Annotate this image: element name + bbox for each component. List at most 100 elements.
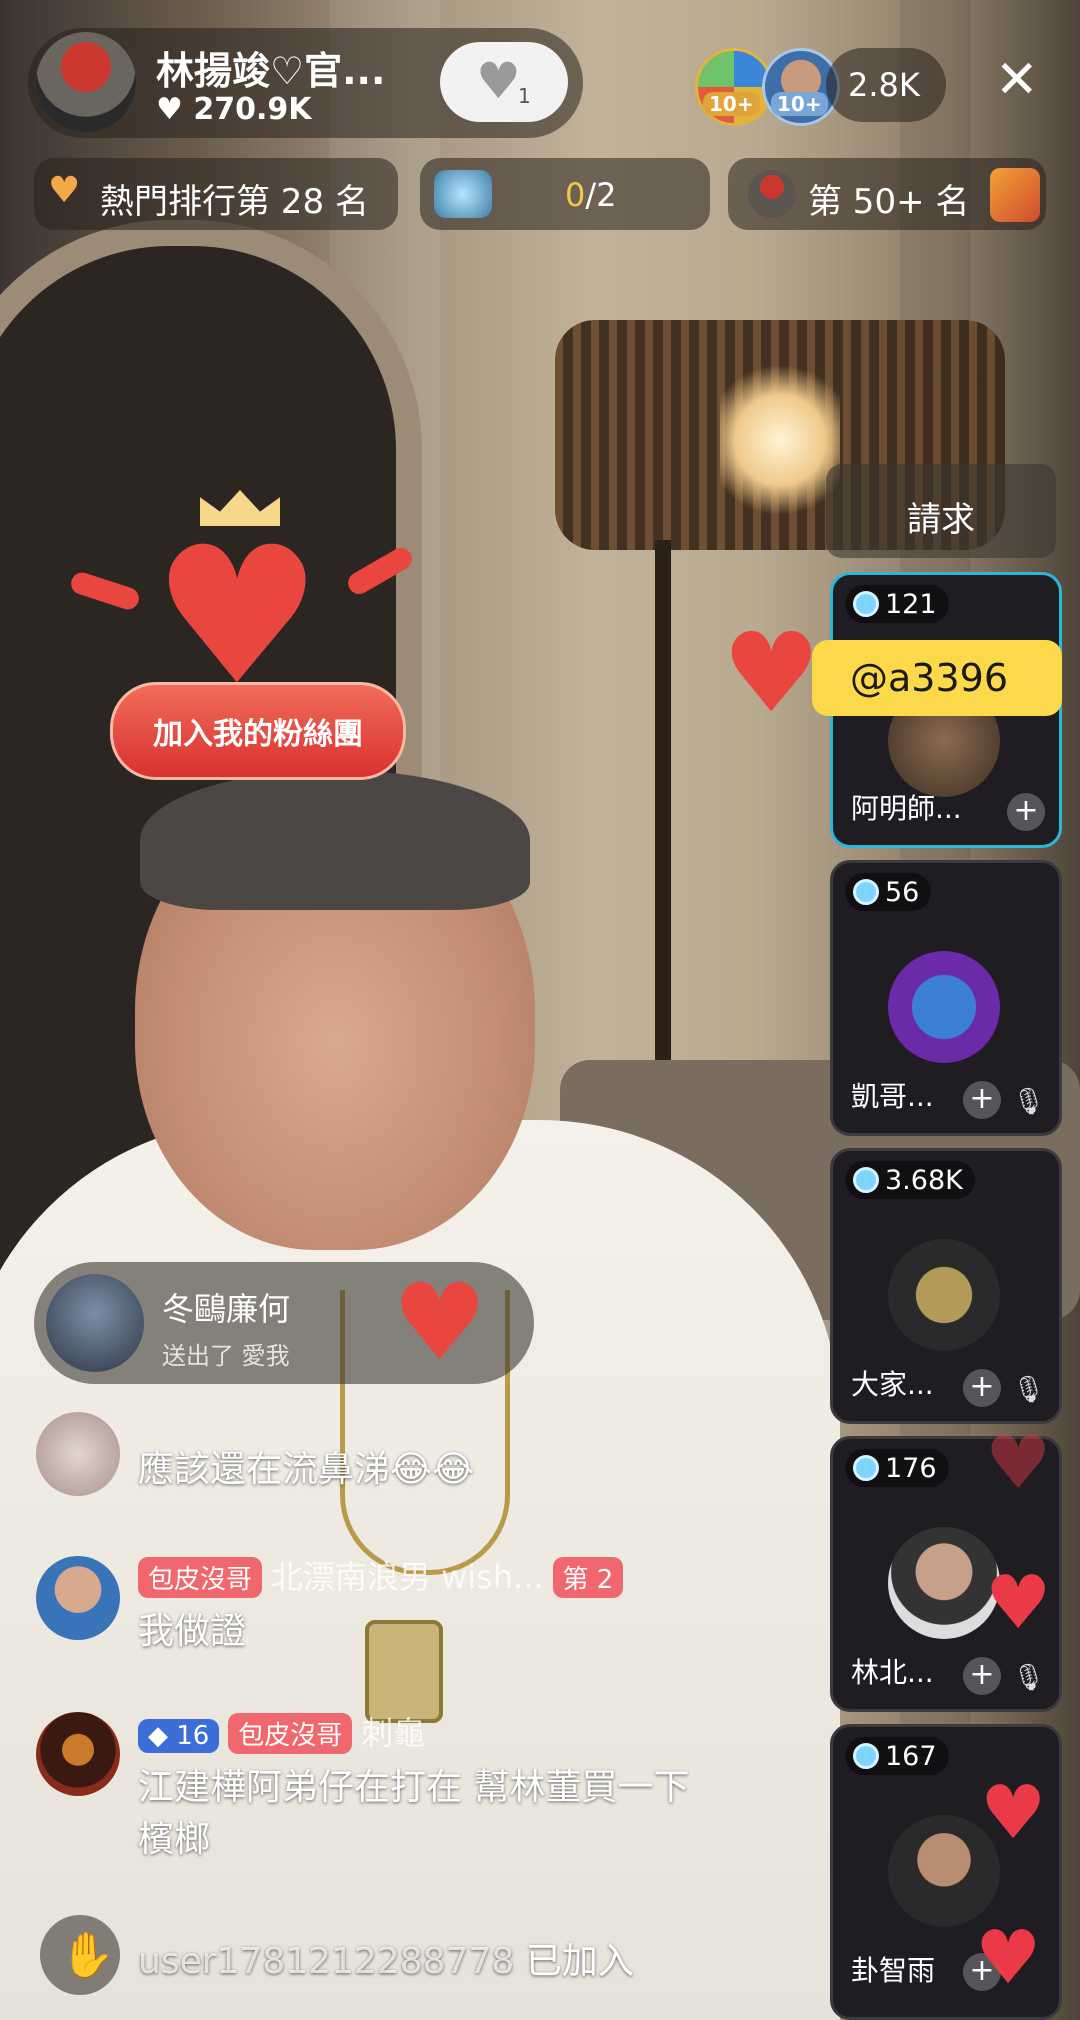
- chat-message: 應該還在流鼻涕😂😂: [138, 1449, 475, 1490]
- hot-rank-pill[interactable]: ♥ 熱門排行第 28 名: [34, 158, 398, 230]
- hot-rank-text: 熱門排行第 28 名: [100, 182, 369, 222]
- floating-heart-icon: ♥: [985, 1420, 1052, 1506]
- mascot-arm-right: [344, 543, 416, 599]
- follow-plus-icon[interactable]: +: [963, 1657, 1001, 1695]
- request-label: 請求: [907, 500, 975, 540]
- other-rank-pill[interactable]: 第 50+ 名: [728, 158, 1046, 230]
- hand-wave-icon: ✋: [60, 1930, 115, 1981]
- gift-sender-name: 冬鷗廉何: [162, 1290, 291, 1328]
- host-likes: ♥ 270.9K: [156, 92, 312, 127]
- follow-plus-icon[interactable]: +: [1007, 793, 1045, 831]
- chat-avatar[interactable]: [36, 1712, 120, 1796]
- task-progress: 0/2: [565, 176, 617, 214]
- fan-badge: 包皮沒哥: [228, 1713, 353, 1754]
- chat-username[interactable]: 北漂南浪男 wish...: [271, 1558, 544, 1596]
- guest-gem-count: 167: [845, 1737, 949, 1775]
- guest-gem-count: 56: [845, 873, 932, 911]
- guest-count-value: 176: [885, 1452, 937, 1484]
- mic-muted-icon: 🎙: [1011, 1663, 1045, 1693]
- viewer-count-pill[interactable]: 2.8K: [826, 48, 946, 122]
- chat-message: 我做證: [138, 1611, 247, 1652]
- level-value: 16: [176, 1721, 210, 1751]
- floating-heart-icon: ♥: [985, 1560, 1052, 1646]
- like-count: 1: [518, 84, 531, 108]
- lamp-glow: [720, 360, 840, 520]
- host-info-pill[interactable]: 林揚竣♡官... ♥ 270.9K ♥ 1: [28, 28, 583, 138]
- task-progress-current: 0: [565, 176, 586, 214]
- viewer-count: 2.8K: [848, 66, 920, 104]
- chat-header: ◆ 16 包皮沒哥 刺龜: [138, 1708, 425, 1754]
- chat-avatar[interactable]: [36, 1412, 120, 1496]
- join-username[interactable]: user1781212288778: [138, 1941, 514, 1982]
- task-progress-pill[interactable]: 0/2: [420, 158, 710, 230]
- request-button[interactable]: 請求: [826, 464, 1056, 558]
- mic-muted-icon: 🎙: [1011, 1375, 1045, 1405]
- heart-icon: ♥: [476, 52, 521, 110]
- guest-name: 阿明師...: [851, 792, 962, 825]
- fan-club-label: 加入我的粉絲團: [153, 717, 363, 752]
- other-rank-text: 第 50+ 名: [808, 182, 970, 222]
- gem-icon: [853, 1167, 879, 1193]
- chat-message: 檳榔: [138, 1819, 211, 1860]
- fan-badge: 包皮沒哥: [138, 1557, 263, 1598]
- guest-card[interactable]: 56 凱哥... + 🎙: [830, 860, 1062, 1136]
- host-likes-value: 270.9K: [193, 92, 312, 127]
- chat-message: 江建樺阿弟仔在打在 幫林董買一下: [138, 1767, 690, 1808]
- guest-count-value: 167: [885, 1740, 937, 1772]
- rank-avatar: [748, 170, 796, 218]
- guest-count-value: 3.68K: [885, 1164, 963, 1196]
- chat-avatar[interactable]: [36, 1556, 120, 1640]
- gift-sender-avatar[interactable]: [46, 1274, 144, 1372]
- fan-club-button[interactable]: 加入我的粉絲團: [110, 682, 406, 780]
- follow-plus-icon[interactable]: +: [963, 1081, 1001, 1119]
- guest-count-value: 56: [885, 876, 920, 908]
- guest-name: 卦智雨: [851, 1954, 936, 1987]
- guest-avatar: [888, 951, 1000, 1063]
- guest-name: 林北...: [851, 1656, 934, 1689]
- viewer-badge: 10+: [703, 92, 760, 116]
- chat-header: 包皮沒哥 北漂南浪男 wish... 第 2: [138, 1552, 624, 1598]
- guest-name: 凱哥...: [851, 1080, 934, 1113]
- wave-icon[interactable]: ✋: [40, 1915, 120, 1995]
- host-name: 林揚竣♡官...: [156, 49, 386, 93]
- gift-heart-icon: ♥: [392, 1261, 488, 1384]
- viewer-badge: 10+: [771, 92, 828, 116]
- guest-name: 大家...: [851, 1368, 934, 1401]
- host-avatar[interactable]: [36, 32, 136, 132]
- mic-muted-icon: 🎙: [1011, 1087, 1045, 1117]
- gem-icon: [853, 1455, 879, 1481]
- rank-badge: 第 2: [552, 1557, 624, 1598]
- gift-box-icon: [434, 170, 492, 218]
- mascot-arm-left: [68, 569, 142, 613]
- chat-username[interactable]: 刺龜: [361, 1714, 425, 1752]
- guest-gem-count: 121: [845, 585, 949, 623]
- gem-icon: [853, 879, 879, 905]
- join-notice: user1781212288778 已加入: [138, 1932, 634, 1984]
- guest-avatar: [888, 1239, 1000, 1351]
- follow-plus-icon[interactable]: +: [963, 1369, 1001, 1407]
- gem-icon: [853, 1743, 879, 1769]
- task-progress-total: /2: [585, 176, 617, 214]
- close-icon[interactable]: ✕: [995, 50, 1039, 110]
- floating-heart-icon: ♥: [975, 1915, 1042, 2001]
- mention-text: @a3396: [850, 656, 1008, 700]
- level-badge: ◆ 16: [138, 1719, 220, 1753]
- heart-rank-icon: ♥: [48, 170, 81, 211]
- gift-notice: 冬鷗廉何 送出了 愛我 ♥: [34, 1262, 534, 1384]
- live-stream-screen: 林揚竣♡官... ♥ 270.9K ♥ 1 10+ 10+ 2.8K ✕ ♥ 熱…: [0, 0, 1080, 2020]
- guest-avatar: [888, 1527, 1000, 1639]
- fan-club-sticker[interactable]: ♥ 加入我的粉絲團: [68, 460, 430, 800]
- guest-gem-count: 3.68K: [845, 1161, 975, 1199]
- guest-gem-count: 176: [845, 1449, 949, 1487]
- gem-icon: [853, 591, 879, 617]
- heart-mascot-icon: ♥: [722, 609, 821, 737]
- like-button[interactable]: ♥ 1: [440, 42, 568, 122]
- floating-heart-icon: ♥: [980, 1770, 1047, 1856]
- mention-tag[interactable]: @a3396: [812, 640, 1062, 716]
- guest-card[interactable]: 3.68K 大家... + 🎙: [830, 1148, 1062, 1424]
- lamp-pole: [655, 540, 671, 1080]
- trophy-icon: [990, 168, 1040, 222]
- gift-action: 送出了 愛我: [162, 1342, 290, 1370]
- guest-count-value: 121: [885, 588, 937, 620]
- join-action: 已加入: [525, 1941, 634, 1982]
